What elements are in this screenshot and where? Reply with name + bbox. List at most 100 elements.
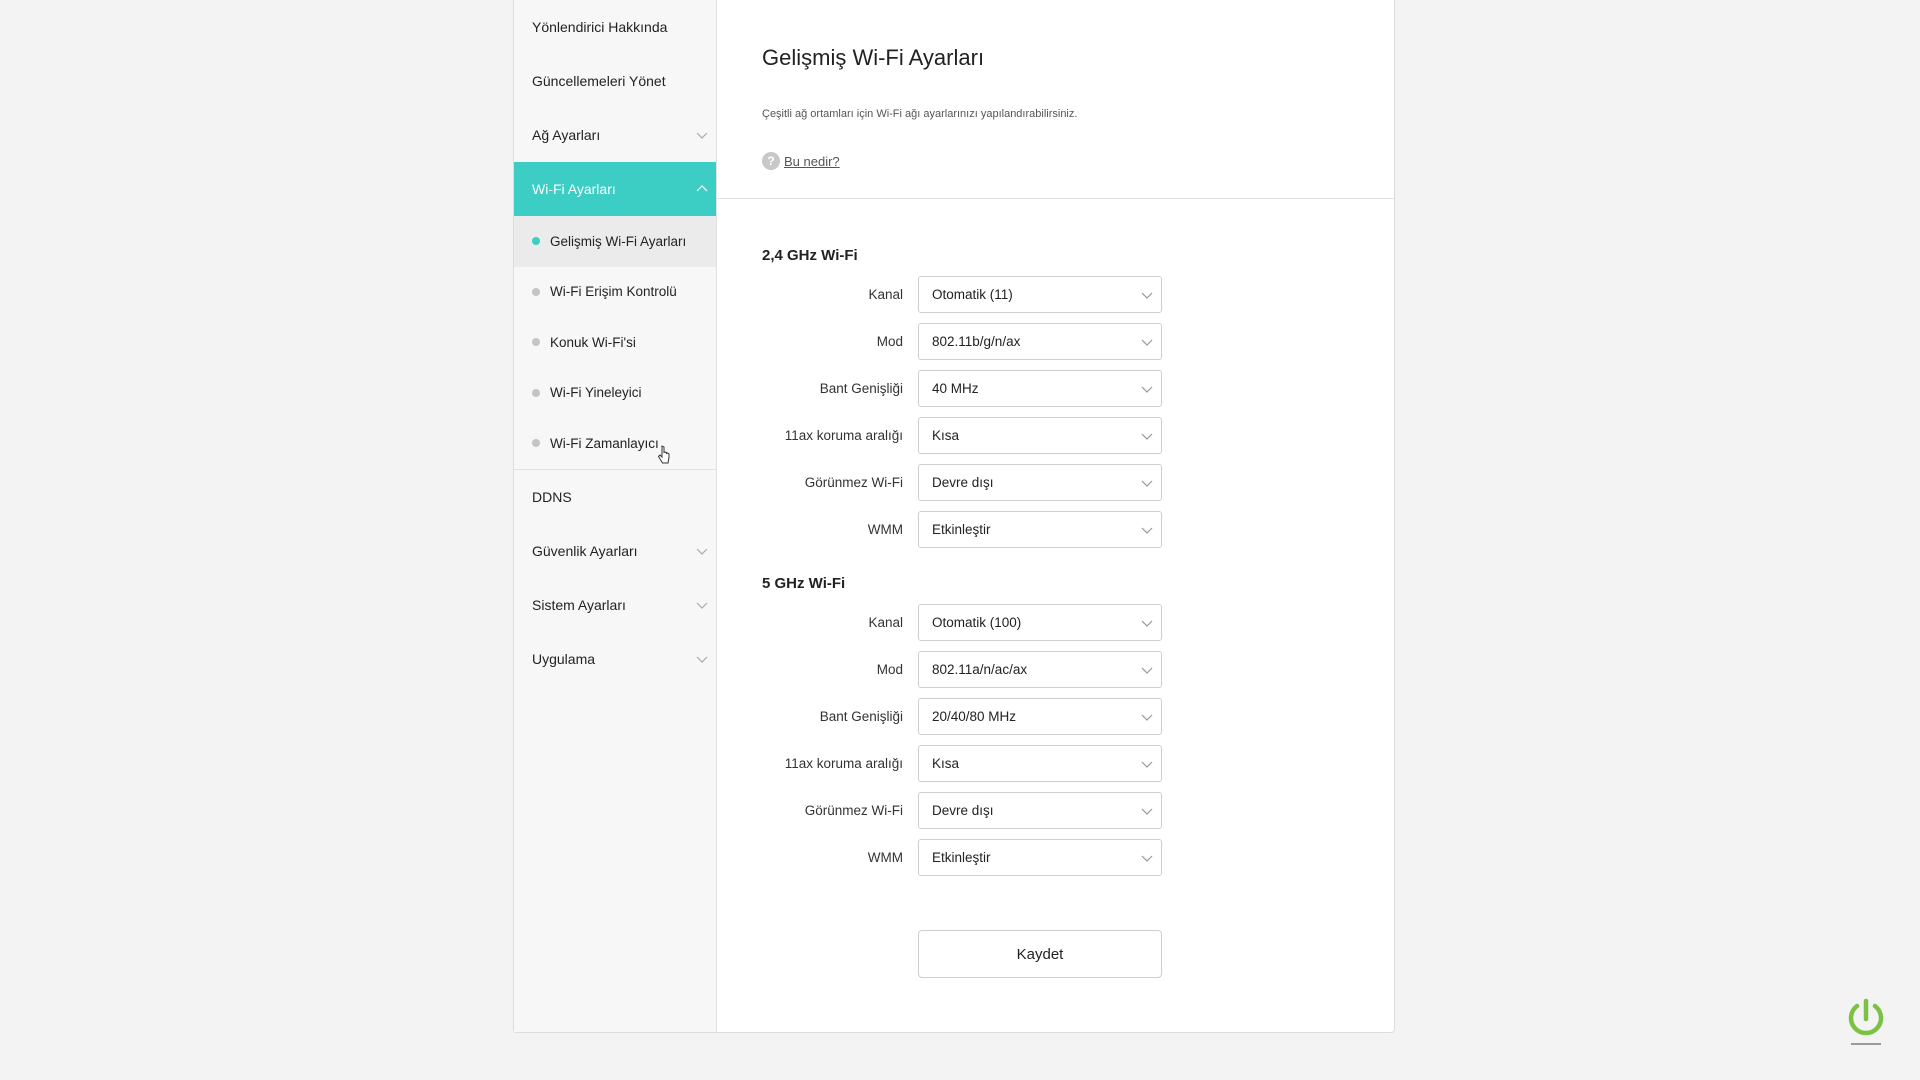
chevron-down-icon	[1141, 336, 1153, 348]
chevron-down-icon	[696, 599, 708, 611]
select-value: Otomatik (100)	[932, 615, 1022, 630]
field-row-24-wmm: WMM Etkinleştir	[762, 511, 1162, 548]
field-label: Mod	[876, 662, 903, 677]
sidebar-item-label: Ağ Ayarları	[532, 127, 601, 143]
channel-select-5[interactable]: Otomatik (100)	[918, 604, 1162, 641]
sidebar-item-security-settings[interactable]: Güvenlik Ayarları	[514, 524, 716, 578]
wifi-submenu: Gelişmiş Wi-Fi Ayarları Wi-Fi Erişim Kon…	[514, 216, 716, 470]
field-row-24-hidden-wifi: Görünmez Wi-Fi Devre dışı	[762, 464, 1162, 501]
chevron-down-icon	[1141, 758, 1153, 770]
router-admin-panel: Yönlendirici Hakkında Güncellemeleri Yön…	[513, 0, 1395, 1033]
select-value: 20/40/80 MHz	[932, 709, 1017, 724]
save-button[interactable]: Kaydet	[918, 930, 1162, 978]
chevron-up-icon	[696, 183, 708, 195]
field-row-5-hidden-wifi: Görünmez Wi-Fi Devre dışı	[762, 792, 1162, 829]
question-circle-icon: ?	[762, 152, 780, 170]
page-header: Gelişmiş Wi-Fi Ayarları Çeşitli ağ ortam…	[717, 0, 1394, 199]
sidebar-item-ddns[interactable]: DDNS	[514, 470, 716, 524]
sidebar-item-label: Sistem Ayarları	[532, 596, 626, 613]
sidebar-subitem-advanced-wifi[interactable]: Gelişmiş Wi-Fi Ayarları	[514, 216, 716, 464]
sidebar-item-label: Güncellemeleri Yönet	[532, 73, 666, 89]
bullet-dot-icon	[532, 287, 540, 296]
sidebar: Yönlendirici Hakkında Güncellemeleri Yön…	[514, 0, 717, 1032]
sidebar-subitem-wifi-access-control[interactable]: Wi-Fi Erişim Kontrolü	[514, 267, 716, 318]
sidebar-item-router-info[interactable]: Yönlendirici Hakkında	[514, 0, 716, 54]
bullet-dot-icon	[532, 237, 540, 246]
sidebar-item-label: Uygulama	[532, 650, 596, 667]
select-value: Devre dışı	[932, 475, 994, 490]
chevron-down-icon	[1141, 383, 1153, 395]
bullet-dot-icon	[532, 388, 540, 397]
field-label: Bant Genişliği	[819, 381, 903, 396]
bandwidth-select-5[interactable]: 20/40/80 MHz	[918, 698, 1162, 735]
field-row-24-bandwidth: Bant Genişliği 40 MHz	[762, 370, 1162, 407]
chevron-down-icon	[696, 129, 708, 141]
help-link[interactable]: Bu nedir?	[784, 154, 840, 169]
bandwidth-select-24[interactable]: 40 MHz	[918, 370, 1162, 407]
field-label: Mod	[876, 334, 903, 349]
sidebar-subitem-guest-wifi[interactable]: Konuk Wi-Fi'si	[514, 317, 716, 368]
field-label: WMM	[867, 850, 903, 865]
field-row-24-channel: Kanal Otomatik (11)	[762, 276, 1162, 313]
guard-interval-select-5[interactable]: Kısa	[918, 745, 1162, 782]
sidebar-subitem-wifi-scheduler[interactable]: Wi-Fi Zamanlayıcı	[514, 418, 716, 469]
guard-interval-select-24[interactable]: Kısa	[918, 417, 1162, 454]
field-label: Görünmez Wi-Fi	[804, 475, 903, 490]
field-row-5-mode: Mod 802.11a/n/ac/ax	[762, 651, 1162, 688]
select-value: 40 MHz	[932, 381, 979, 396]
field-label: Kanal	[868, 615, 903, 630]
hidden-wifi-select-5[interactable]: Devre dışı	[918, 792, 1162, 829]
sidebar-item-system-settings[interactable]: Sistem Ayarları	[514, 578, 716, 632]
select-value: Devre dışı	[932, 803, 994, 818]
bullet-dot-icon	[532, 439, 540, 448]
field-row-5-guard-interval: 11ax koruma aralığı Kısa	[762, 745, 1162, 782]
select-value: Otomatik (11)	[932, 287, 1013, 302]
sidebar-subitem-wifi-repeater[interactable]: Wi-Fi Yineleyici	[514, 368, 716, 419]
section-title-2-4ghz: 2,4 GHz Wi-Fi	[762, 247, 858, 264]
chevron-down-icon	[1141, 711, 1153, 723]
chevron-down-icon	[1141, 430, 1153, 442]
main-content: Gelişmiş Wi-Fi Ayarları Çeşitli ağ ortam…	[717, 0, 1394, 1032]
power-icon	[1843, 997, 1889, 1049]
field-label: Bant Genişliği	[819, 709, 903, 724]
chevron-down-icon	[1141, 524, 1153, 536]
sidebar-item-label: Wi-Fi Ayarları	[532, 181, 616, 197]
wmm-select-24[interactable]: Etkinleştir	[918, 511, 1162, 548]
sidebar-item-label: Güvenlik Ayarları	[532, 542, 638, 559]
hidden-wifi-select-24[interactable]: Devre dışı	[918, 464, 1162, 501]
chevron-down-icon	[1141, 805, 1153, 817]
chevron-down-icon	[696, 653, 708, 665]
sidebar-item-wifi-settings[interactable]: Wi-Fi Ayarları	[514, 162, 716, 216]
sidebar-item-application[interactable]: Uygulama	[514, 632, 716, 686]
field-label: WMM	[867, 522, 903, 537]
field-row-5-channel: Kanal Otomatik (100)	[762, 604, 1162, 641]
sidebar-item-network-settings[interactable]: Ağ Ayarları	[514, 108, 716, 162]
page-description: Çeşitli ağ ortamları için Wi-Fi ağı ayar…	[762, 108, 1078, 120]
chevron-down-icon	[1141, 289, 1153, 301]
sidebar-subitem-label: Konuk Wi-Fi'si	[550, 334, 636, 350]
select-value: Etkinleştir	[932, 850, 991, 865]
sidebar-subitem-label: Wi-Fi Yineleyici	[550, 385, 642, 401]
section-title-5ghz: 5 GHz Wi-Fi	[762, 575, 846, 592]
field-label: Görünmez Wi-Fi	[804, 803, 903, 818]
select-value: 802.11b/g/n/ax	[932, 334, 1021, 349]
page-title: Gelişmiş Wi-Fi Ayarları	[762, 45, 985, 70]
sidebar-item-label: DDNS	[532, 488, 572, 505]
select-value: 802.11a/n/ac/ax	[932, 662, 1028, 677]
bullet-dot-icon	[532, 338, 540, 347]
field-label: 11ax koruma aralığı	[784, 428, 903, 443]
mode-select-24[interactable]: 802.11b/g/n/ax	[918, 323, 1162, 360]
field-row-24-guard-interval: 11ax koruma aralığı Kısa	[762, 417, 1162, 454]
channel-select-24[interactable]: Otomatik (11)	[918, 276, 1162, 313]
chevron-down-icon	[1141, 852, 1153, 864]
field-row-5-bandwidth: Bant Genişliği 20/40/80 MHz	[762, 698, 1162, 735]
sidebar-item-label: Yönlendirici Hakkında	[532, 19, 668, 35]
chevron-down-icon	[696, 545, 708, 557]
select-value: Kısa	[932, 428, 960, 443]
select-value: Etkinleştir	[932, 522, 991, 537]
help-link-group[interactable]: ? Bu nedir?	[762, 152, 840, 170]
sidebar-item-manage-updates[interactable]: Güncellemeleri Yönet	[514, 54, 716, 108]
mode-select-5[interactable]: 802.11a/n/ac/ax	[918, 651, 1162, 688]
wmm-select-5[interactable]: Etkinleştir	[918, 839, 1162, 876]
field-row-5-wmm: WMM Etkinleştir	[762, 839, 1162, 876]
